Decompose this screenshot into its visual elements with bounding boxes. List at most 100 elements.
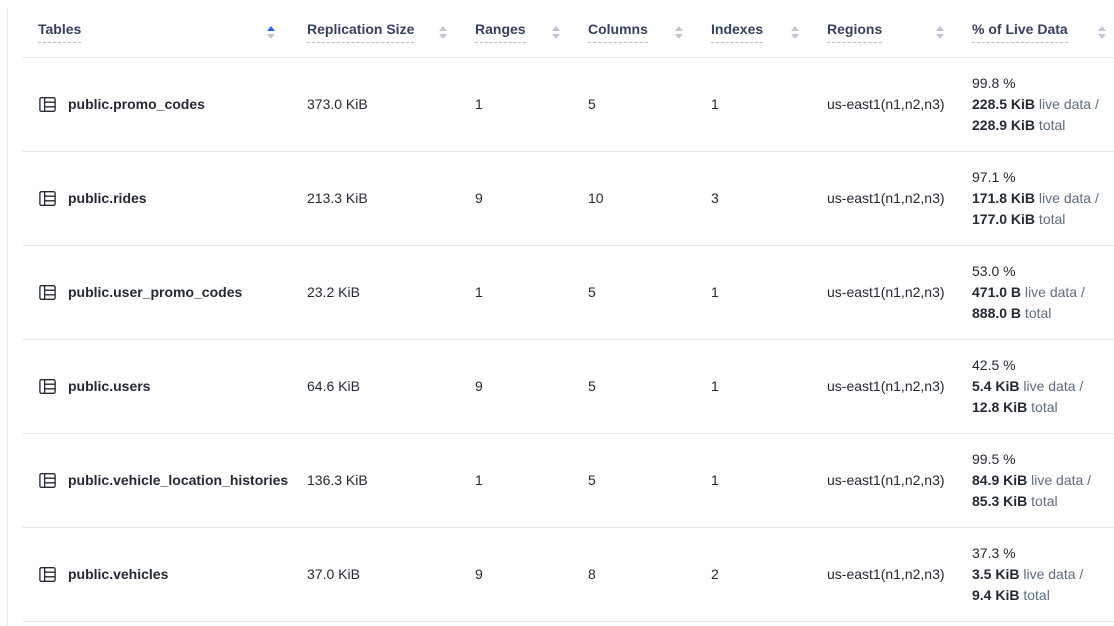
columns-cell: 5 [588, 433, 711, 527]
table-name-cell: public.user_promo_codes [22, 245, 307, 339]
sort-replication-size-icon[interactable] [437, 24, 449, 41]
live-data-amount: 228.5 KiB live data / [972, 94, 1114, 115]
column-header-live-data-label[interactable]: % of Live Data [972, 21, 1068, 43]
table-name-cell: public.vehicles [22, 527, 307, 621]
sort-columns-icon[interactable] [673, 24, 685, 41]
column-header-live-data: % of Live Data [972, 0, 1114, 57]
table-name-cell: public.promo_codes [22, 57, 307, 151]
indexes-cell: 1 [711, 433, 827, 527]
indexes-cell: 3 [711, 151, 827, 245]
live-data-percent: 42.5 % [972, 355, 1114, 376]
total-data-amount: 85.3 KiB total [972, 491, 1114, 512]
table-row: public.vehicle_location_histories 136.3 … [22, 433, 1114, 527]
ranges-cell: 9 [475, 527, 588, 621]
live-data-amount: 5.4 KiB live data / [972, 376, 1114, 397]
live-data-cell: 97.1 % 171.8 KiB live data / 177.0 KiB t… [972, 151, 1114, 245]
live-data-percent: 53.0 % [972, 261, 1114, 282]
table-name-link[interactable]: public.user_promo_codes [68, 284, 242, 300]
regions-cell: us-east1(n1,n2,n3) [827, 339, 972, 433]
indexes-cell: 1 [711, 245, 827, 339]
live-data-cell: 37.3 % 3.5 KiB live data / 9.4 KiB total [972, 527, 1114, 621]
column-header-tables-label[interactable]: Tables [38, 21, 81, 43]
tables-table: Tables Replication Size Ranges [22, 0, 1114, 622]
columns-cell: 8 [588, 527, 711, 621]
tables-list-page: Tables Replication Size Ranges [22, 0, 1114, 622]
total-data-amount: 9.4 KiB total [972, 585, 1114, 606]
ranges-cell: 1 [475, 57, 588, 151]
column-header-tables: Tables [22, 0, 307, 57]
total-data-amount: 12.8 KiB total [972, 397, 1114, 418]
indexes-cell: 2 [711, 527, 827, 621]
live-data-cell: 42.5 % 5.4 KiB live data / 12.8 KiB tota… [972, 339, 1114, 433]
table-grid-icon [38, 471, 57, 490]
live-data-percent: 37.3 % [972, 543, 1114, 564]
column-header-indexes-label[interactable]: Indexes [711, 21, 763, 43]
columns-cell: 5 [588, 339, 711, 433]
indexes-cell: 1 [711, 57, 827, 151]
table-row: public.promo_codes 373.0 KiB 1 5 1 us-ea… [22, 57, 1114, 151]
table-name-cell: public.vehicle_location_histories [22, 433, 307, 527]
live-data-amount: 84.9 KiB live data / [972, 470, 1114, 491]
column-header-ranges: Ranges [475, 0, 588, 57]
regions-cell: us-east1(n1,n2,n3) [827, 57, 972, 151]
regions-cell: us-east1(n1,n2,n3) [827, 245, 972, 339]
table-row: public.vehicles 37.0 KiB 9 8 2 us-east1(… [22, 527, 1114, 621]
column-header-ranges-label[interactable]: Ranges [475, 21, 526, 43]
table-name-link[interactable]: public.promo_codes [68, 96, 205, 112]
live-data-amount: 471.0 B live data / [972, 282, 1114, 303]
table-name-link[interactable]: public.rides [68, 190, 147, 206]
column-header-indexes: Indexes [711, 0, 827, 57]
sort-regions-icon[interactable] [934, 24, 946, 41]
live-data-percent: 97.1 % [972, 167, 1114, 188]
sort-ranges-icon[interactable] [550, 24, 562, 41]
columns-cell: 5 [588, 57, 711, 151]
live-data-cell: 99.8 % 228.5 KiB live data / 228.9 KiB t… [972, 57, 1114, 151]
table-row: public.users 64.6 KiB 9 5 1 us-east1(n1,… [22, 339, 1114, 433]
live-data-percent: 99.5 % [972, 449, 1114, 470]
column-header-replication-size-label[interactable]: Replication Size [307, 21, 414, 43]
table-name-link[interactable]: public.users [68, 378, 150, 394]
regions-cell: us-east1(n1,n2,n3) [827, 151, 972, 245]
table-name-link[interactable]: public.vehicle_location_histories [68, 472, 288, 488]
replication-size-cell: 64.6 KiB [307, 339, 475, 433]
total-data-amount: 888.0 B total [972, 303, 1114, 324]
regions-cell: us-east1(n1,n2,n3) [827, 433, 972, 527]
column-header-columns-label[interactable]: Columns [588, 21, 648, 43]
table-grid-icon [38, 565, 57, 584]
sort-indexes-icon[interactable] [789, 24, 801, 41]
columns-cell: 5 [588, 245, 711, 339]
live-data-cell: 99.5 % 84.9 KiB live data / 85.3 KiB tot… [972, 433, 1114, 527]
table-name-link[interactable]: public.vehicles [68, 566, 168, 582]
regions-cell: us-east1(n1,n2,n3) [827, 527, 972, 621]
total-data-amount: 177.0 KiB total [972, 209, 1114, 230]
column-header-regions-label[interactable]: Regions [827, 21, 882, 43]
table-grid-icon [38, 189, 57, 208]
replication-size-cell: 136.3 KiB [307, 433, 475, 527]
replication-size-cell: 23.2 KiB [307, 245, 475, 339]
column-header-replication-size: Replication Size [307, 0, 475, 57]
sort-live-data-icon[interactable] [1096, 24, 1108, 41]
live-data-amount: 3.5 KiB live data / [972, 564, 1114, 585]
column-header-columns: Columns [588, 0, 711, 57]
columns-cell: 10 [588, 151, 711, 245]
table-name-cell: public.rides [22, 151, 307, 245]
table-row: public.user_promo_codes 23.2 KiB 1 5 1 u… [22, 245, 1114, 339]
panel-left-border [7, 8, 8, 626]
ranges-cell: 9 [475, 339, 588, 433]
table-grid-icon [38, 95, 57, 114]
replication-size-cell: 213.3 KiB [307, 151, 475, 245]
column-header-regions: Regions [827, 0, 972, 57]
table-row: public.rides 213.3 KiB 9 10 3 us-east1(n… [22, 151, 1114, 245]
replication-size-cell: 37.0 KiB [307, 527, 475, 621]
ranges-cell: 1 [475, 433, 588, 527]
replication-size-cell: 373.0 KiB [307, 57, 475, 151]
sort-tables-icon[interactable] [265, 24, 277, 41]
live-data-percent: 99.8 % [972, 73, 1114, 94]
table-grid-icon [38, 283, 57, 302]
total-data-amount: 228.9 KiB total [972, 115, 1114, 136]
table-body: public.promo_codes 373.0 KiB 1 5 1 us-ea… [22, 57, 1114, 621]
live-data-cell: 53.0 % 471.0 B live data / 888.0 B total [972, 245, 1114, 339]
ranges-cell: 9 [475, 151, 588, 245]
indexes-cell: 1 [711, 339, 827, 433]
table-header: Tables Replication Size Ranges [22, 0, 1114, 57]
